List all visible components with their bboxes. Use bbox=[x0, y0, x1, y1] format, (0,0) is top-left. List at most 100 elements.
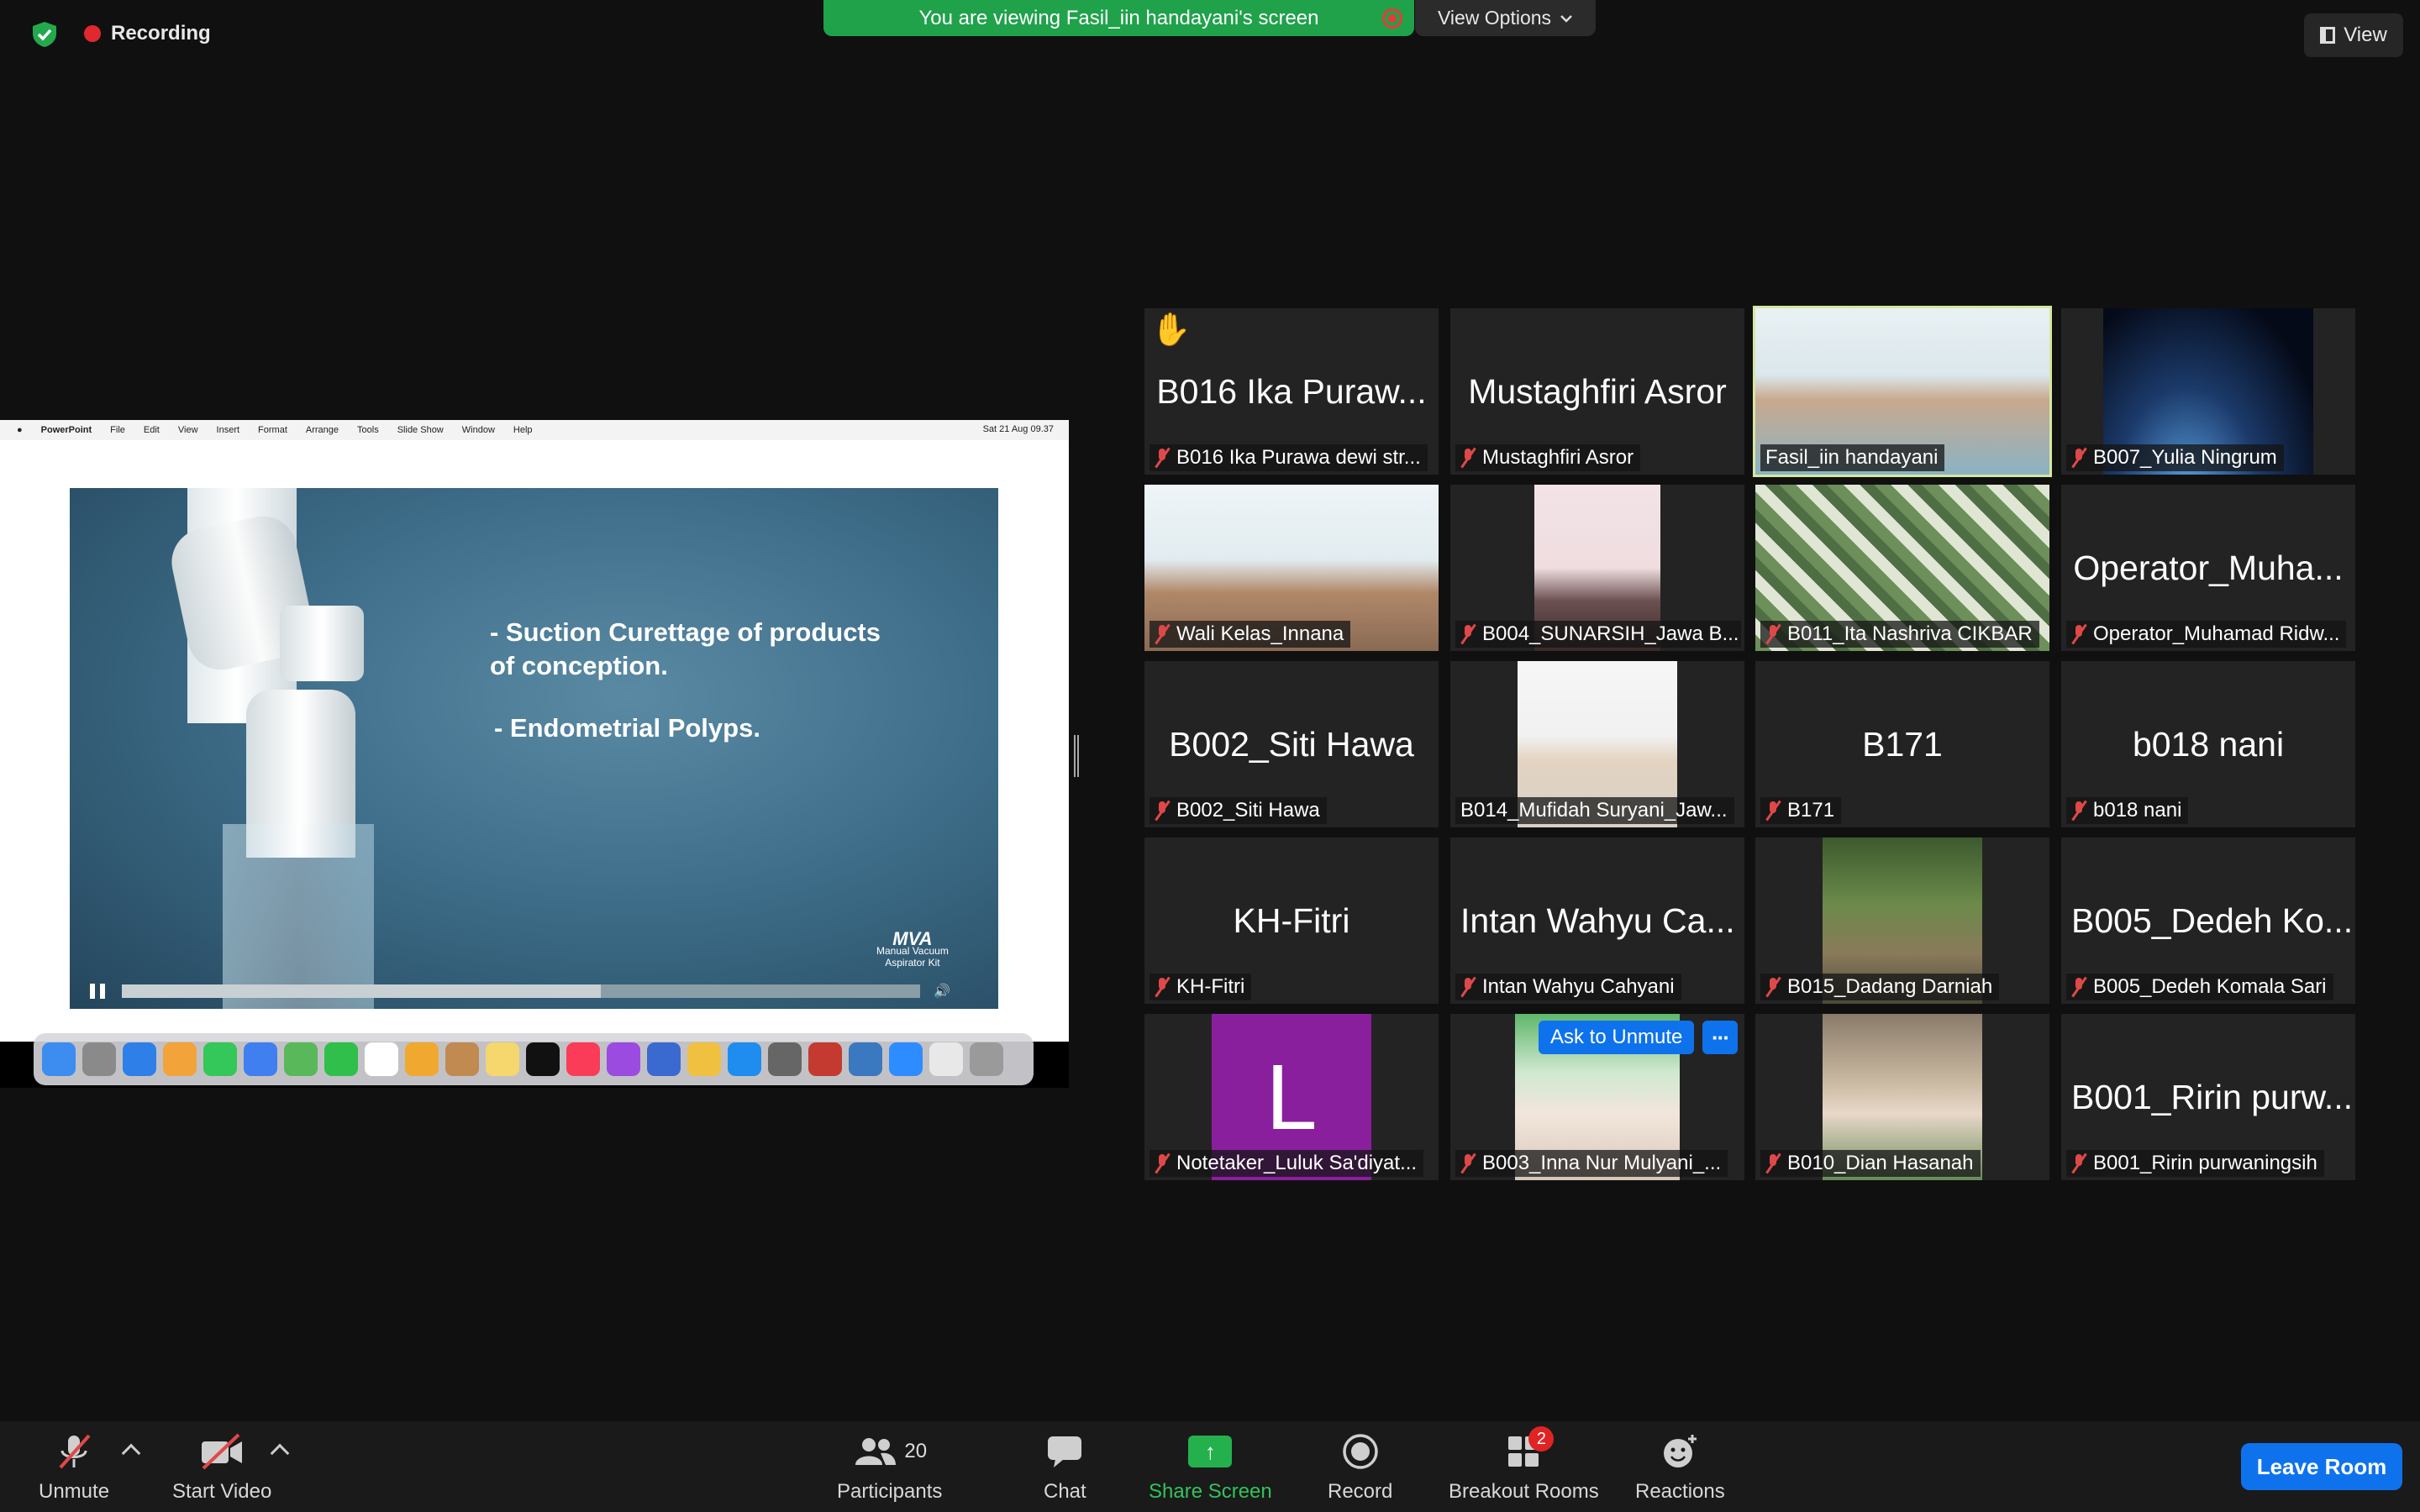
more-options-button[interactable]: ··· bbox=[1702, 1021, 1738, 1054]
mic-muted-icon bbox=[2071, 977, 2086, 997]
dock-app-icon[interactable] bbox=[123, 1042, 156, 1076]
participant-tile[interactable]: B016 Ika Puraw... ✋ B016 Ika Purawa dewi s… bbox=[1144, 308, 1439, 475]
menubar-app-name: PowerPoint bbox=[40, 425, 92, 435]
video-progress-bar[interactable] bbox=[122, 984, 920, 998]
viewing-screen-banner: You are viewing Fasil_iin handayani's sc… bbox=[823, 0, 1414, 36]
participant-display-name: B001_Ririn purw... bbox=[2071, 1078, 2354, 1116]
split-resize-handle[interactable] bbox=[1074, 735, 1079, 777]
recording-indicator[interactable]: Recording bbox=[84, 22, 211, 45]
mic-muted-icon bbox=[2071, 624, 2086, 644]
mic-muted-icon bbox=[1155, 624, 1170, 644]
participant-tile[interactable]: KH-Fitri KH-Fitri bbox=[1144, 837, 1439, 1004]
dock-app-icon[interactable] bbox=[728, 1042, 761, 1076]
dock-app-icon[interactable] bbox=[365, 1042, 398, 1076]
participant-name-label: b018 nani bbox=[2093, 799, 2182, 822]
participant-tile[interactable]: b018 nani b018 nani bbox=[2061, 661, 2355, 827]
participant-tile[interactable]: B002_Siti Hawa B002_Siti Hawa bbox=[1144, 661, 1439, 827]
participants-button[interactable]: 20 Participants bbox=[837, 1433, 942, 1504]
start-video-button[interactable]: Start Video bbox=[172, 1433, 271, 1504]
participant-tile[interactable]: B001_Ririn purw... B001_Ririn purwaningsi… bbox=[2061, 1014, 2355, 1180]
participant-name-label: B016 Ika Purawa dewi str... bbox=[1176, 446, 1421, 469]
mic-muted-icon bbox=[2071, 1153, 2086, 1173]
dock-app-icon[interactable] bbox=[970, 1042, 1003, 1076]
dock-app-icon[interactable] bbox=[526, 1042, 560, 1076]
video-player-controls: 🔊 bbox=[70, 974, 998, 1009]
participant-tile[interactable]: B007_Yulia Ningrum bbox=[2061, 308, 2355, 475]
dock-app-icon[interactable] bbox=[486, 1042, 519, 1076]
mic-muted-icon bbox=[1155, 448, 1170, 468]
participant-name-tag: b018 nani bbox=[2066, 797, 2189, 824]
participant-tile[interactable]: B015_Dadang Darniah bbox=[1755, 837, 2049, 1004]
slide-text-line-1: - Suction Curettage of products bbox=[490, 617, 881, 647]
dock-app-icon[interactable] bbox=[324, 1042, 358, 1076]
share-screen-label: Share Screen bbox=[1149, 1480, 1272, 1503]
mic-muted-icon bbox=[1765, 1153, 1781, 1173]
audio-options-caret-icon[interactable] bbox=[121, 1443, 141, 1463]
recording-dot-icon bbox=[84, 25, 101, 42]
participant-tile[interactable]: L Notetaker_Luluk Sa'diyat... bbox=[1144, 1014, 1439, 1180]
participant-tile[interactable]: Wali Kelas_Innana bbox=[1144, 485, 1439, 651]
dock-app-icon[interactable] bbox=[929, 1042, 963, 1076]
participant-tile[interactable]: B004_SUNARSIH_Jawa B... bbox=[1450, 485, 1744, 651]
reactions-smiley-icon bbox=[1664, 1435, 1697, 1467]
participant-tile[interactable]: B003_Inna Nur Mulyani_... Ask to Unmute ··… bbox=[1450, 1014, 1744, 1180]
dock-app-icon[interactable] bbox=[405, 1042, 439, 1076]
layout-icon bbox=[2320, 27, 2336, 44]
participant-tile[interactable]: B010_Dian Hasanah bbox=[1755, 1014, 2049, 1180]
start-video-label: Start Video bbox=[172, 1480, 272, 1503]
chat-button[interactable]: Chat bbox=[1044, 1433, 1086, 1504]
slide-text-line-2: of conception. bbox=[490, 651, 668, 680]
recording-label: Recording bbox=[111, 22, 211, 45]
breakout-rooms-label: Breakout Rooms bbox=[1449, 1480, 1599, 1503]
reactions-button[interactable]: Reactions bbox=[1635, 1433, 1725, 1504]
pause-icon[interactable] bbox=[90, 984, 105, 999]
dock-app-icon[interactable] bbox=[687, 1042, 721, 1076]
unmute-button[interactable]: Unmute bbox=[39, 1433, 109, 1504]
participant-tile[interactable]: B005_Dedeh Ko... B005_Dedeh Komala Sari bbox=[2061, 837, 2355, 1004]
dock-app-icon[interactable] bbox=[647, 1042, 681, 1076]
chevron-down-icon bbox=[1560, 14, 1572, 23]
dock-app-icon[interactable] bbox=[607, 1042, 640, 1076]
dock-app-icon[interactable] bbox=[82, 1042, 116, 1076]
video-options-caret-icon[interactable] bbox=[270, 1443, 290, 1463]
shared-screen[interactable]: ● PowerPoint File Edit View Insert Forma… bbox=[0, 420, 1069, 1088]
faucet-knob-image bbox=[280, 606, 364, 681]
participant-tile[interactable]: B014_Mufidah Suryani_Jaw... bbox=[1450, 661, 1744, 827]
participant-tile[interactable]: Fasil_iin handayani bbox=[1753, 306, 2052, 477]
dock-app-icon[interactable] bbox=[768, 1042, 802, 1076]
record-button[interactable]: Record bbox=[1328, 1433, 1392, 1504]
mic-muted-icon bbox=[1765, 624, 1781, 644]
participant-name-tag: B005_Dedeh Komala Sari bbox=[2066, 974, 2333, 1000]
security-shield-icon[interactable] bbox=[30, 20, 59, 49]
participant-name-tag: B004_SUNARSIH_Jawa B... bbox=[1455, 621, 1741, 648]
participant-tile[interactable]: B011_Ita Nashriva CIKBAR bbox=[1755, 485, 2049, 651]
remote-control-icon[interactable] bbox=[1382, 8, 1402, 29]
participant-tile[interactable]: Operator_Muha... Operator_Muhamad Ridw... bbox=[2061, 485, 2355, 651]
participant-name-tag: Operator_Muhamad Ridw... bbox=[2066, 621, 2347, 648]
participant-name-tag: B016 Ika Purawa dewi str... bbox=[1150, 444, 1428, 471]
dock-app-icon[interactable] bbox=[163, 1042, 197, 1076]
dock-app-icon[interactable] bbox=[284, 1042, 318, 1076]
dock-app-icon[interactable] bbox=[808, 1042, 842, 1076]
dock-app-icon[interactable] bbox=[889, 1042, 923, 1076]
view-layout-button[interactable]: View bbox=[2304, 13, 2403, 57]
participant-tile[interactable]: Mustaghfiri Asror Mustaghfiri Asror bbox=[1450, 308, 1744, 475]
ask-to-unmute-button[interactable]: Ask to Unmute bbox=[1539, 1021, 1695, 1054]
logo-mark: MVA bbox=[892, 928, 933, 949]
dock-app-icon[interactable] bbox=[42, 1042, 76, 1076]
participant-display-name: B016 Ika Puraw... bbox=[1156, 372, 1427, 411]
leave-room-button[interactable]: Leave Room bbox=[2241, 1443, 2402, 1490]
participant-tile[interactable]: B171 B171 bbox=[1755, 661, 2049, 827]
breakout-rooms-button[interactable]: 2 Breakout Rooms bbox=[1449, 1426, 1599, 1504]
volume-icon[interactable]: 🔊 bbox=[934, 983, 950, 1000]
dock-app-icon[interactable] bbox=[244, 1042, 277, 1076]
dock-app-icon[interactable] bbox=[445, 1042, 479, 1076]
participants-label: Participants bbox=[837, 1480, 943, 1503]
view-options-button[interactable]: View Options bbox=[1415, 0, 1596, 36]
participant-name-label: Intan Wahyu Cahyani bbox=[1482, 975, 1675, 998]
participant-tile[interactable]: Intan Wahyu Ca... Intan Wahyu Cahyani bbox=[1450, 837, 1744, 1004]
share-screen-button[interactable]: ↑ Share Screen bbox=[1149, 1433, 1272, 1504]
dock-app-icon[interactable] bbox=[849, 1042, 882, 1076]
dock-app-icon[interactable] bbox=[203, 1042, 237, 1076]
dock-app-icon[interactable] bbox=[566, 1042, 600, 1076]
